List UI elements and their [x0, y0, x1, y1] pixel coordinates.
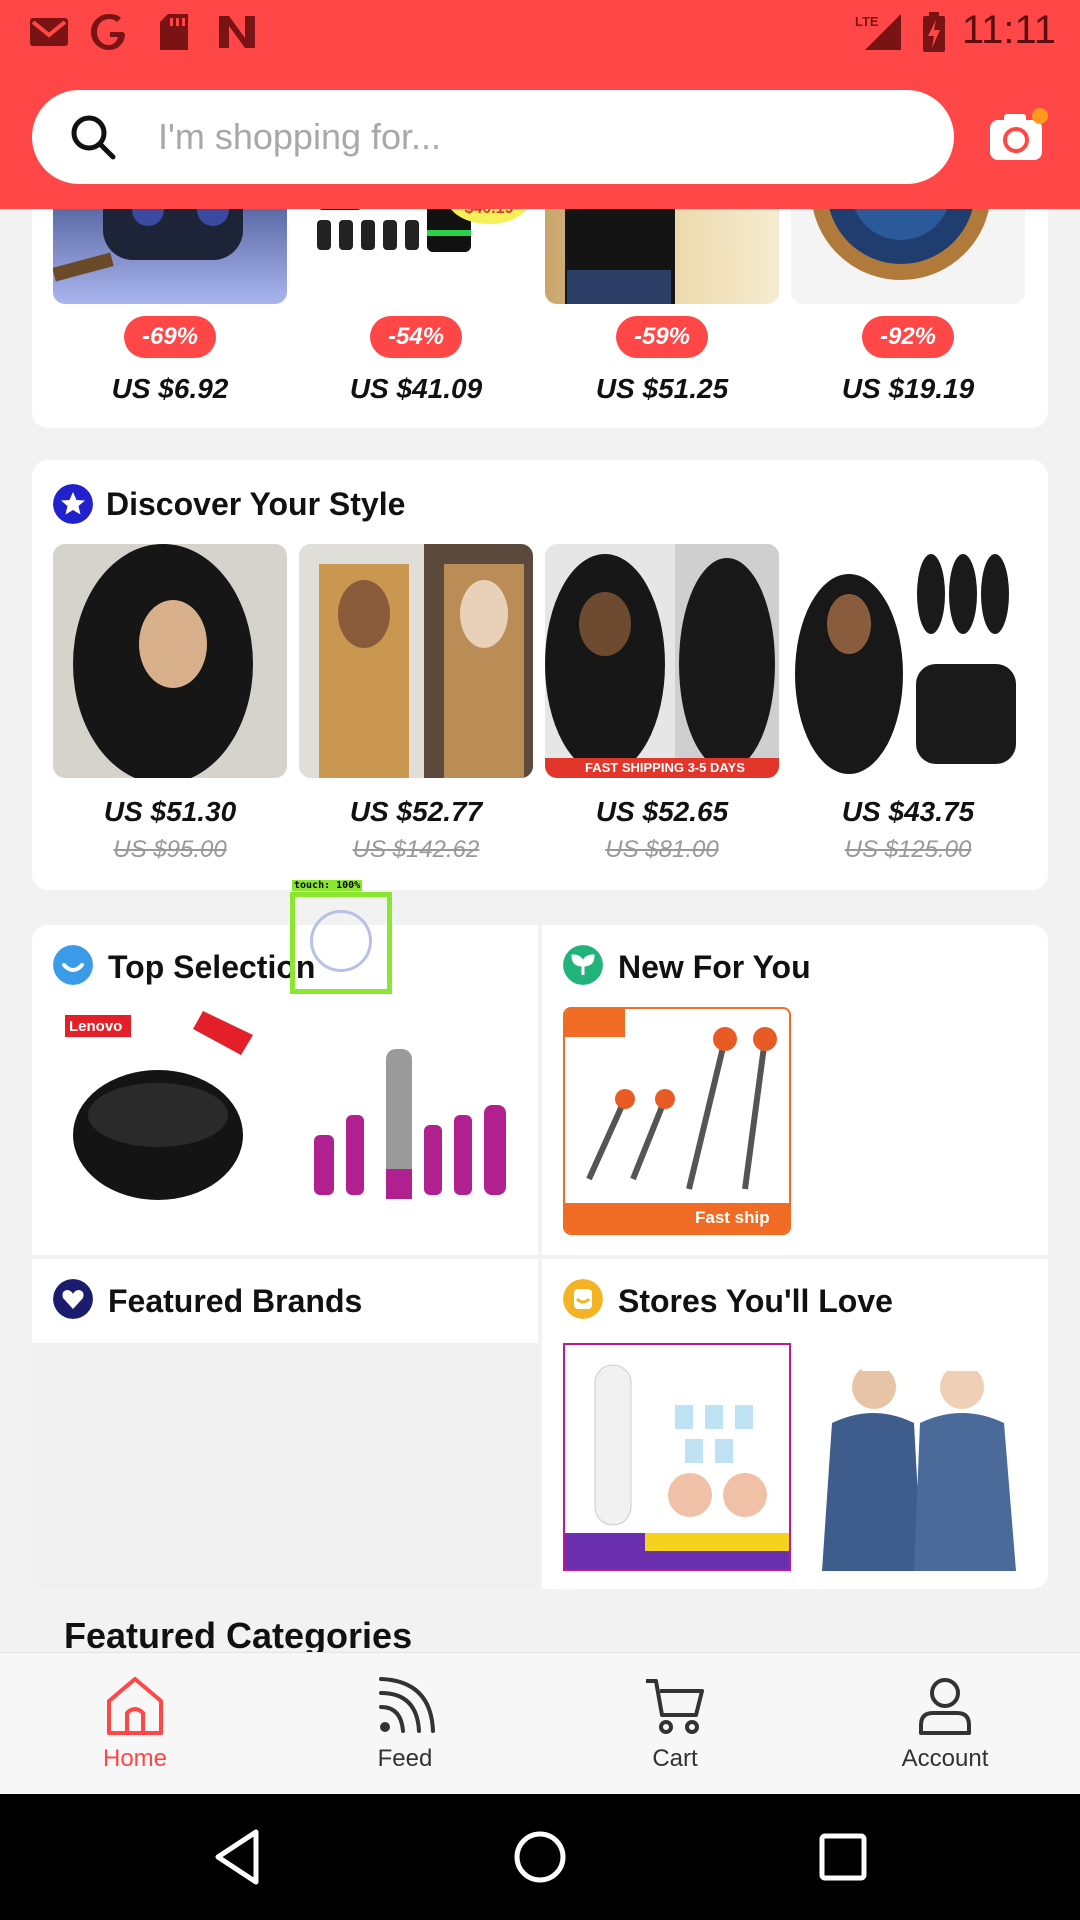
search-input[interactable] — [158, 108, 918, 166]
style-image-text: FAST SHIPPING 3-5 DAYS — [585, 760, 745, 775]
home-button-icon[interactable] — [507, 1824, 573, 1890]
account-icon — [919, 1678, 971, 1735]
star-icon — [53, 484, 93, 524]
product-thumb-blackhead-remover[interactable] — [563, 1343, 791, 1571]
style-price: US $51.30 — [103, 796, 237, 827]
featured-brands-panel[interactable]: Featured Brands — [32, 1259, 538, 1589]
bottom-nav: Home Feed Cart Account — [0, 1652, 1080, 1794]
style-old-price: US $95.00 — [113, 836, 227, 863]
nav-cart[interactable]: Cart — [540, 1653, 810, 1795]
style-old-price: US $142.62 — [352, 836, 480, 863]
google-icon — [88, 12, 130, 52]
deal-price: US $41.09 — [349, 373, 483, 404]
deal-price: US $6.92 — [111, 373, 229, 404]
new-for-you-panel[interactable]: New For You Fast ship — [542, 925, 1048, 1255]
product-thumb-denim-jackets[interactable] — [802, 1343, 1038, 1571]
style-old-price: US $81.00 — [605, 836, 719, 863]
nav-label: Cart — [652, 1745, 698, 1772]
top-selection-panel[interactable]: Top Selection Lenovo — [32, 925, 538, 1255]
sprout-icon — [563, 945, 603, 985]
section-title-featured-brands: Featured Brands — [108, 1283, 363, 1319]
n-app-icon — [216, 12, 258, 52]
android-nav-bar — [0, 1794, 1080, 1920]
nav-label: Account — [901, 1745, 989, 1772]
back-icon[interactable] — [204, 1824, 270, 1890]
camera-icon[interactable] — [988, 108, 1048, 164]
search-bar[interactable] — [32, 90, 954, 184]
discover-style-card: Discover Your Style FAST SHIPPING 3-5 DA… — [32, 460, 1048, 890]
style-thumb-curly-wig-2[interactable]: FAST SHIPPING 3-5 DAYS — [545, 544, 779, 778]
fast-ship-label: Fast ship — [695, 1208, 770, 1227]
deal-price: US $19.19 — [841, 373, 975, 404]
featured-categories-heading: Featured Categories — [64, 1615, 413, 1656]
lte-signal-icon: LTE — [852, 12, 904, 52]
product-thumb-vacuum[interactable]: Fast ship — [563, 1007, 791, 1235]
style-thumb-highlight-wig[interactable] — [299, 544, 533, 778]
header: LTE 11:11 — [0, 0, 1080, 209]
nav-label: Feed — [377, 1745, 433, 1772]
discount-badge: -69% — [124, 316, 216, 358]
app-screen: LTE 11:11 I'm shopping for... -69% -54% … — [0, 0, 1080, 1920]
stores-you-love-panel[interactable]: Stores You'll Love — [542, 1259, 1048, 1589]
touch-circle-icon — [310, 910, 372, 972]
section-title-new-for-you: New For You — [618, 949, 811, 985]
deal-price: US $51.25 — [595, 373, 729, 404]
brands-placeholder — [32, 1343, 538, 1589]
product-thumb-earbuds[interactable]: Lenovo — [53, 1005, 273, 1235]
discount-badge: -92% — [862, 316, 954, 358]
sd-card-icon — [156, 12, 192, 52]
search-icon — [71, 115, 116, 160]
nav-account[interactable]: Account — [810, 1653, 1080, 1795]
status-time: 11:11 — [961, 8, 1056, 52]
section-title-top-selection: Top Selection — [108, 949, 316, 985]
nav-label: Home — [102, 1745, 168, 1772]
product-thumb-hair-styler[interactable] — [294, 1005, 524, 1235]
style-price: US $52.77 — [349, 796, 483, 827]
lenovo-label: Lenovo — [69, 1018, 123, 1035]
section-title-discover: Discover Your Style — [106, 486, 406, 522]
recents-icon[interactable] — [810, 1824, 876, 1890]
discount-badge: -54% — [370, 316, 462, 358]
section-title-stores: Stores You'll Love — [618, 1283, 893, 1319]
battery-icon — [920, 12, 948, 52]
smile-icon — [53, 945, 93, 985]
nav-feed[interactable]: Feed — [270, 1653, 540, 1795]
discount-badge: -59% — [616, 316, 708, 358]
status-bar: LTE 11:11 — [0, 0, 1080, 64]
cart-icon — [646, 1679, 704, 1734]
style-old-price: US $125.00 — [844, 836, 972, 863]
gmail-icon — [28, 12, 70, 52]
svg-text:LTE: LTE — [855, 14, 879, 29]
style-price: US $52.65 — [595, 796, 729, 827]
feed-icon — [379, 1677, 435, 1733]
style-thumb-curly-wig[interactable] — [53, 544, 287, 778]
style-thumb-body-wave[interactable] — [791, 544, 1025, 778]
store-icon — [563, 1279, 603, 1319]
touch-label: touch: 100% — [292, 880, 363, 891]
style-price: US $43.75 — [841, 796, 975, 827]
nav-home[interactable]: Home — [0, 1653, 270, 1795]
heart-icon — [53, 1279, 93, 1319]
home-icon — [107, 1677, 163, 1735]
